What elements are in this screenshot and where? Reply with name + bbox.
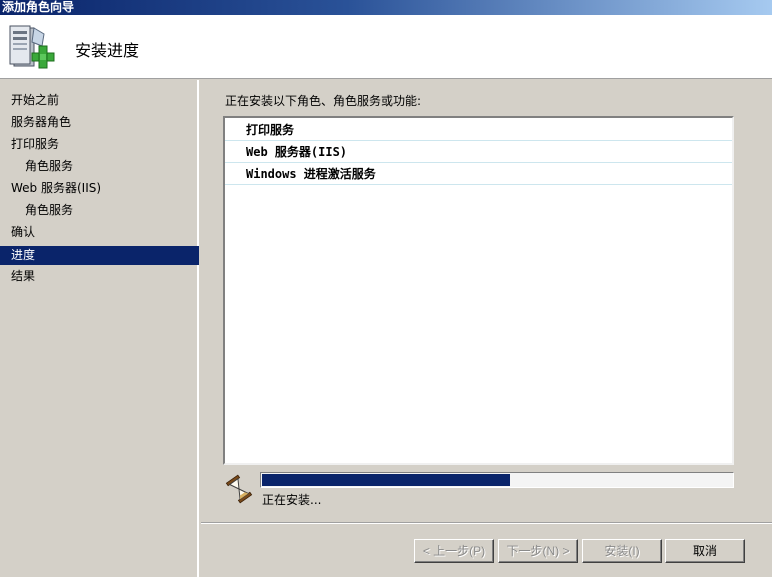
sidebar-item-web-server-iis[interactable]: Web 服务器(IIS) [0, 179, 199, 198]
sidebar-item-progress[interactable]: 进度 [0, 246, 199, 265]
sidebar-item-results[interactable]: 结果 [0, 267, 199, 286]
sidebar-item-before-you-begin[interactable]: 开始之前 [0, 91, 199, 110]
cancel-button[interactable]: 取消 [665, 539, 745, 563]
server-add-icon [8, 22, 58, 74]
status-text: 正在安装... [262, 493, 322, 507]
wizard-step-list: 开始之前 服务器角色 打印服务 角色服务 Web 服务器(IIS) 角色服务 确… [0, 80, 199, 577]
list-item: 打印服务 [225, 119, 732, 141]
progress-fill [262, 474, 511, 486]
installing-items-list[interactable]: 打印服务 Web 服务器(IIS) Windows 进程激活服务 [223, 116, 734, 465]
install-progress-bar [260, 472, 734, 488]
list-item: Web 服务器(IIS) [225, 141, 732, 163]
back-button[interactable]: < 上一步(P) [414, 539, 494, 563]
install-prompt: 正在安装以下角色、角色服务或功能: [225, 94, 422, 108]
page-title: 安装进度 [75, 41, 140, 60]
footer-divider [201, 522, 772, 524]
sidebar-item-iis-role-services[interactable]: 角色服务 [0, 201, 199, 220]
sidebar-item-confirmation[interactable]: 确认 [0, 223, 199, 242]
sidebar-item-print-role-services[interactable]: 角色服务 [0, 157, 199, 176]
sidebar-item-server-roles[interactable]: 服务器角色 [0, 113, 199, 132]
list-item: Windows 进程激活服务 [225, 163, 732, 185]
wizard-header: 安装进度 [0, 15, 772, 79]
window-title: 添加角色向导 [0, 0, 772, 15]
next-button[interactable]: 下一步(N) > [498, 539, 578, 563]
hourglass-icon [224, 474, 254, 504]
sidebar-item-print-services[interactable]: 打印服务 [0, 135, 199, 154]
install-button[interactable]: 安装(I) [582, 539, 662, 563]
